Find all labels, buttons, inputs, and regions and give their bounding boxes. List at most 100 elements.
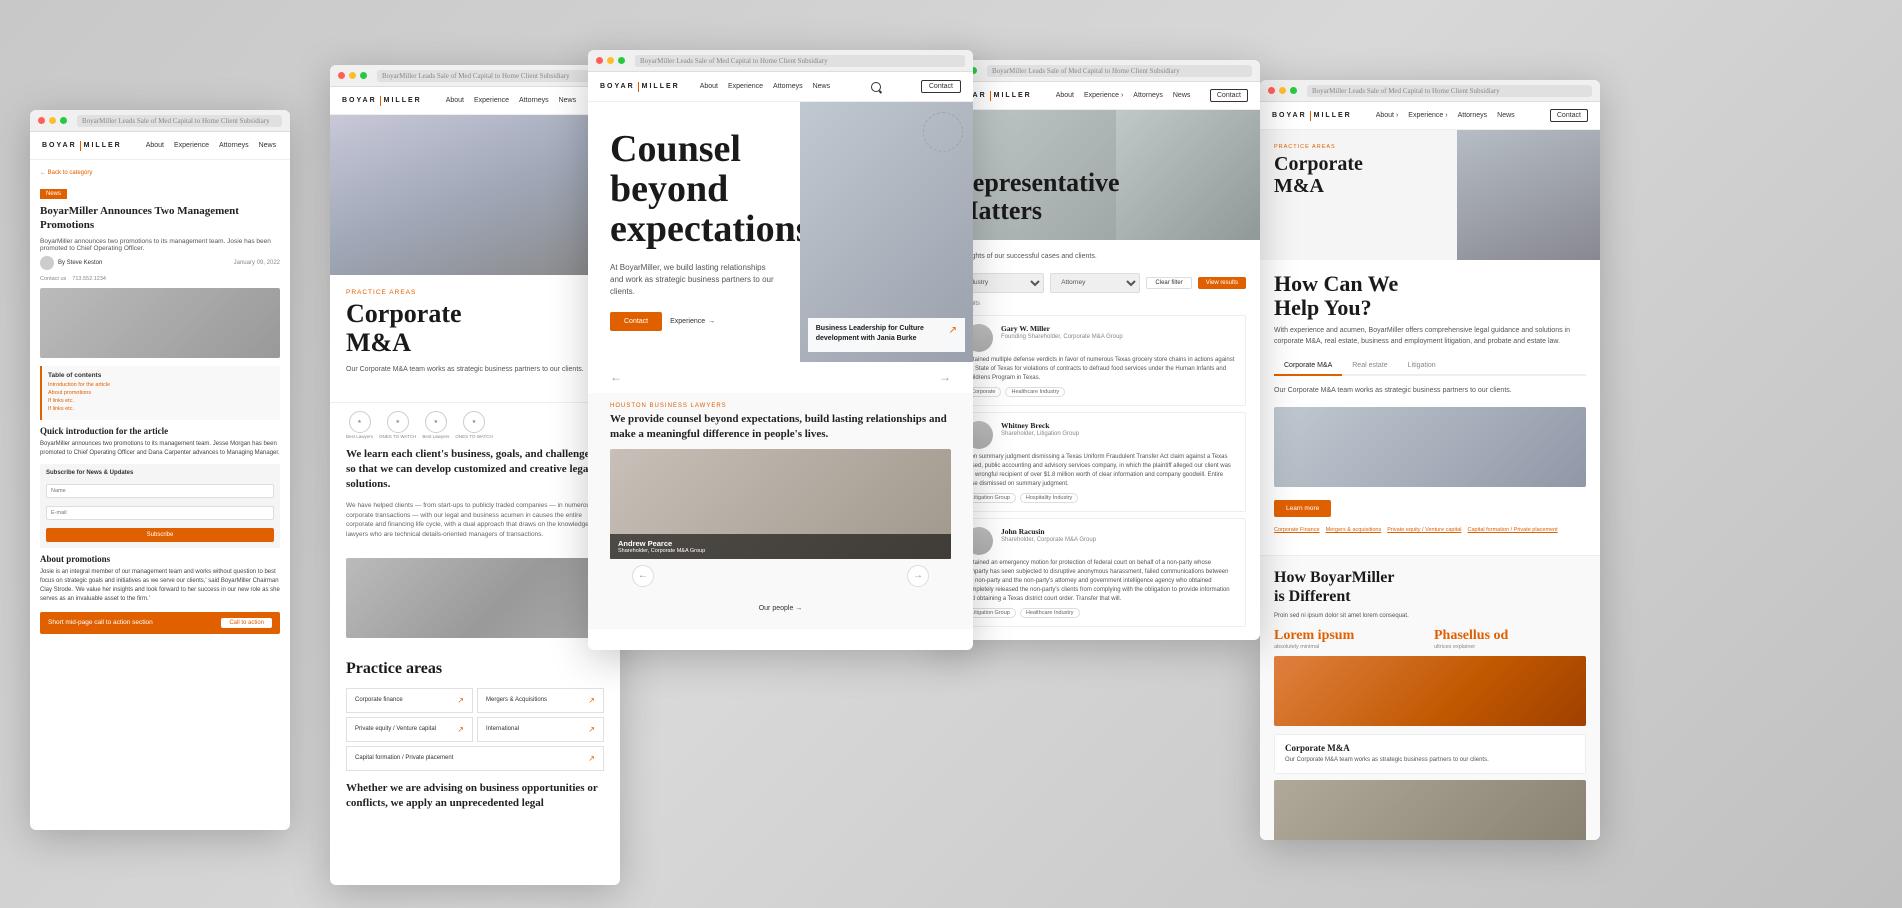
nav-attorneys[interactable]: Attorneys: [219, 142, 249, 149]
logo[interactable]: BOYAR MILLER: [42, 141, 122, 151]
minimize-dot[interactable]: [607, 57, 614, 64]
next-attorney-button[interactable]: →: [907, 565, 929, 587]
nav-contact-button[interactable]: Contact: [1210, 89, 1248, 102]
search-icon[interactable]: [871, 82, 881, 92]
hero-contact-button[interactable]: Contact: [610, 312, 662, 331]
logo[interactable]: BOYAR MILLER: [1272, 111, 1352, 121]
toc-item-3[interactable]: If links etc.: [48, 398, 274, 404]
article-date: January 09, 2022: [234, 260, 280, 266]
how-bm-stats: Lorem ipsum absolutely minimal Phasellus…: [1274, 628, 1586, 650]
back-link[interactable]: ← Back to category: [40, 170, 280, 176]
badge-ones-2: ★ ONES TO WATCH: [455, 411, 492, 439]
tab-litigation[interactable]: Litigation: [1398, 357, 1446, 376]
close-dot[interactable]: [1268, 87, 1275, 94]
tab-real-estate[interactable]: Real estate: [1342, 357, 1397, 376]
practice-area-international[interactable]: International ↗: [477, 717, 604, 742]
practice-quote: We learn each client's business, goals, …: [346, 447, 604, 493]
link-mergers[interactable]: Mergers & acquisitions: [1326, 527, 1382, 533]
article-window: BoyarMiller Leads Sale of Med Capital to…: [30, 110, 290, 830]
nav-experience[interactable]: Experience ›: [1408, 112, 1447, 119]
hero-nav-about[interactable]: About: [700, 83, 718, 90]
nav-about[interactable]: About: [1056, 92, 1074, 99]
subscribe-name-input[interactable]: [46, 484, 274, 498]
badge-best-lawyers-2: ★ Best Lawyers: [422, 411, 449, 439]
practice-area-corporate-finance[interactable]: Corporate finance ↗: [346, 688, 473, 713]
hero-nav-news[interactable]: News: [813, 83, 831, 90]
learn-more-button[interactable]: Learn more: [1274, 500, 1331, 517]
minimize-dot[interactable]: [49, 117, 56, 124]
minimize-dot[interactable]: [1279, 87, 1286, 94]
attorney-filter[interactable]: Attorney: [1050, 273, 1140, 293]
logo-divider-icon: [380, 96, 381, 106]
tab-corporate-ma[interactable]: Corporate M&A: [1274, 357, 1342, 376]
prev-attorney-button[interactable]: ←: [632, 565, 654, 587]
maximize-dot[interactable]: [1290, 87, 1297, 94]
attorneys-hero-text: Representative Matters: [954, 169, 1120, 226]
logo[interactable]: BOYAR MILLER: [600, 82, 680, 92]
close-dot[interactable]: [338, 72, 345, 79]
nav-experience[interactable]: Experience: [174, 142, 209, 149]
nav-attorneys[interactable]: Attorneys: [1133, 92, 1163, 99]
subscribe-button[interactable]: Subscribe: [46, 528, 274, 542]
link-capital[interactable]: Capital formation / Private placement: [1468, 527, 1558, 533]
view-results-button[interactable]: View results: [1198, 277, 1246, 289]
how-help-image: [1274, 656, 1586, 726]
close-dot[interactable]: [596, 57, 603, 64]
link-corporate-finance[interactable]: Corporate Finance: [1274, 527, 1320, 533]
carousel-next-icon[interactable]: →: [939, 370, 951, 385]
nav-attorneys[interactable]: Attorneys: [1458, 112, 1488, 119]
hero-experience-button[interactable]: Experience →: [670, 318, 715, 325]
maximize-dot[interactable]: [60, 117, 67, 124]
nav-experience[interactable]: Experience ›: [1084, 92, 1123, 99]
our-people-text[interactable]: Our people →: [759, 605, 803, 612]
nav-news[interactable]: News: [1497, 112, 1515, 119]
hero-text: Counsel beyond expectations At BoyarMill…: [588, 102, 800, 362]
article-hero-image: [40, 288, 280, 358]
tag-healthcare-j[interactable]: Healthcare Industry: [1020, 608, 1080, 618]
nav-about[interactable]: About: [146, 142, 164, 149]
nav-attorneys[interactable]: Attorneys: [519, 97, 549, 104]
toc-item-2[interactable]: About promotions: [48, 390, 274, 396]
nav-contact-button[interactable]: Contact: [1550, 109, 1588, 122]
carousel-prev-icon[interactable]: ←: [610, 370, 622, 385]
provide-headline: We provide counsel beyond expectations, …: [610, 412, 951, 443]
nav-links: About › Experience › Attorneys News: [1376, 112, 1515, 119]
nav-news[interactable]: News: [259, 142, 277, 149]
close-dot[interactable]: [38, 117, 45, 124]
practice-area-private-equity[interactable]: Private equity / Venture capital ↗: [346, 717, 473, 742]
tag-healthcare[interactable]: Healthcare Industry: [1005, 387, 1065, 397]
attorney-title-whitney: Shareholder, Litigation Group: [1001, 431, 1235, 437]
attorney-name-john: John Racusin: [1001, 527, 1235, 536]
logo[interactable]: BOYAR MILLER: [342, 96, 422, 106]
clear-filter-button[interactable]: Clear filter: [1146, 277, 1191, 289]
tag-hospitality[interactable]: Hospitality Industry: [1020, 493, 1078, 503]
nav-news[interactable]: News: [559, 97, 577, 104]
hero-nav-contact-button[interactable]: Contact: [921, 80, 961, 93]
nav-news[interactable]: News: [1173, 92, 1191, 99]
nav-links: About Experience › Attorneys News: [1056, 92, 1191, 99]
cta-button[interactable]: Call to action: [221, 618, 272, 628]
link-private-equity[interactable]: Private equity / Venture capital: [1387, 527, 1461, 533]
contact-label[interactable]: Contact us: [40, 276, 66, 282]
subscribe-email-input[interactable]: [46, 506, 274, 520]
practice-areas-title: Practice areas: [346, 660, 604, 678]
minimize-dot[interactable]: [349, 72, 356, 79]
practice-area-mergers[interactable]: Mergers & Acquisitions ↗: [477, 688, 604, 713]
contact-phone[interactable]: 713.552.1234: [72, 276, 106, 282]
maximize-dot[interactable]: [360, 72, 367, 79]
nav-experience[interactable]: Experience: [474, 97, 509, 104]
toc-item-1[interactable]: Introduction for the article: [48, 382, 274, 388]
hero-nav-experience[interactable]: Experience: [728, 83, 763, 90]
hero-nav-attorneys[interactable]: Attorneys: [773, 83, 803, 90]
attorney-info-gary: Gary W. Miller Founding Shareholder, Cor…: [1001, 324, 1235, 352]
logo-text: BOYAR: [342, 97, 377, 104]
nav-about[interactable]: About ›: [1376, 112, 1399, 119]
attorney-tags-whitney: Litigation Group Hospitality Industry: [965, 493, 1235, 503]
maximize-dot[interactable]: [618, 57, 625, 64]
nav-about[interactable]: About: [446, 97, 464, 104]
browser-bar-corporate: BoyarMiller Leads Sale of Med Capital to…: [1260, 80, 1600, 102]
corporate-window: BoyarMiller Leads Sale of Med Capital to…: [1260, 80, 1600, 840]
logo-text: BOYAR: [42, 142, 77, 149]
toc-item-4[interactable]: If links etc.: [48, 406, 274, 412]
practice-area-capital[interactable]: Capital formation / Private placement ↗: [346, 746, 604, 771]
